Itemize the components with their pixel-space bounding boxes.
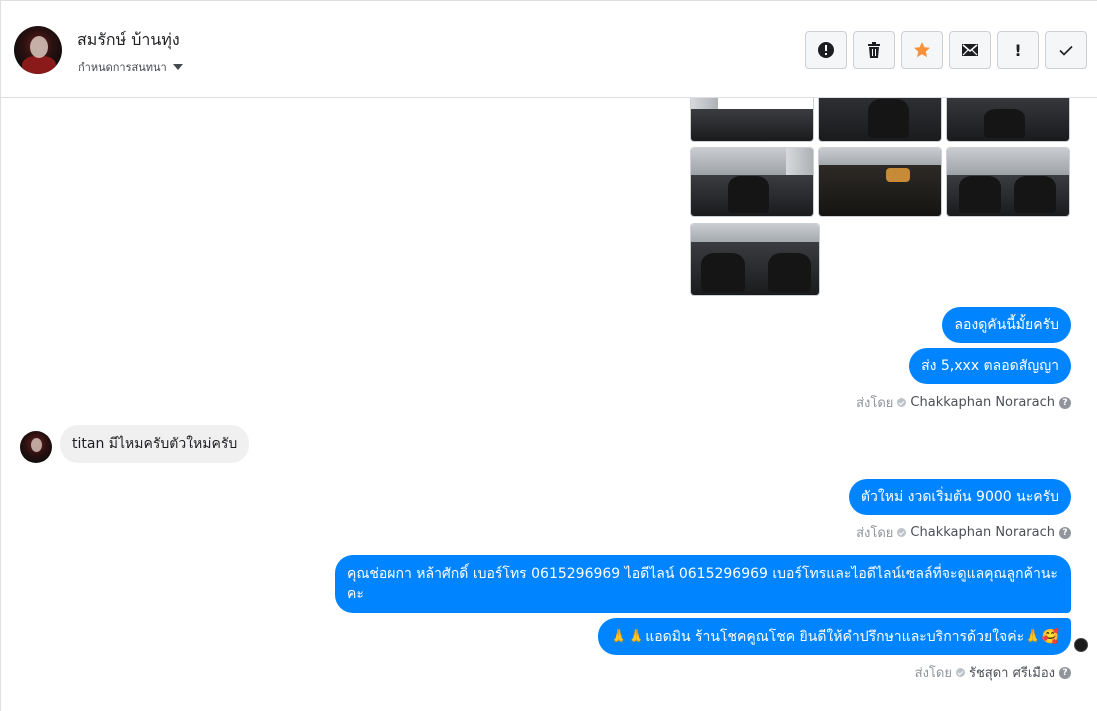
trash-icon bbox=[868, 42, 880, 58]
car-photo[interactable] bbox=[946, 147, 1070, 217]
assign-conversation-dropdown[interactable]: กำหนดการสนทนา bbox=[78, 58, 183, 76]
help-icon[interactable]: ? bbox=[1059, 526, 1071, 539]
agent-name[interactable]: Chakkaphan Norarach bbox=[910, 525, 1055, 540]
message-text: ลองดูคันนี้มั้ยครับ bbox=[954, 317, 1059, 333]
conversation-header: สมรักษ์ บ้านทุ่ง กำหนดการสนทนา ! bbox=[1, 1, 1097, 98]
mark-unread-button[interactable] bbox=[949, 31, 991, 69]
message-text: ตัวใหม่ งวดเริ่มต้น 9000 นะครับ bbox=[860, 489, 1059, 505]
verified-icon bbox=[955, 668, 965, 677]
agent-name[interactable]: Chakkaphan Norarach bbox=[910, 395, 1055, 410]
car-photo[interactable] bbox=[946, 98, 1070, 142]
sent-by-info: ส่งโดย รัชสุดา ศรีเมือง ? bbox=[915, 662, 1071, 683]
mark-spam-button[interactable]: ! bbox=[997, 31, 1039, 69]
delete-button[interactable] bbox=[853, 31, 895, 69]
incoming-message[interactable]: titan มีไหมครับตัวใหม่ครับ bbox=[60, 425, 250, 463]
help-icon[interactable]: ? bbox=[1059, 396, 1071, 409]
alert-circle-icon bbox=[818, 42, 834, 58]
envelope-icon bbox=[962, 44, 978, 56]
sent-by-label: ส่งโดย bbox=[856, 396, 894, 411]
star-icon bbox=[914, 42, 930, 58]
verified-icon bbox=[897, 528, 907, 537]
car-photo[interactable] bbox=[818, 98, 942, 142]
message-text: 🙏🙏แอดมิน ร้านโชคคูณโชค ยินดีให้คำปรึกษาแ… bbox=[610, 628, 1059, 645]
car-photo[interactable] bbox=[818, 147, 942, 217]
contact-name[interactable]: สมรักษ์ บ้านทุ่ง bbox=[77, 28, 180, 53]
sent-by-info: ส่งโดย Chakkaphan Norarach ? bbox=[856, 522, 1071, 543]
header-actions: ! bbox=[805, 31, 1087, 69]
contact-avatar[interactable] bbox=[14, 26, 62, 74]
outgoing-message[interactable]: ส่ง 5,xxx ตลอดสัญญา bbox=[909, 348, 1071, 384]
check-icon bbox=[1059, 45, 1073, 56]
exclamation-icon: ! bbox=[1014, 40, 1022, 60]
sent-by-label: ส่งโดย bbox=[914, 666, 952, 681]
car-photo[interactable] bbox=[690, 98, 814, 142]
mark-done-button[interactable] bbox=[1045, 31, 1087, 69]
star-button[interactable] bbox=[901, 31, 943, 69]
report-button[interactable] bbox=[805, 31, 847, 69]
outgoing-message[interactable]: คุณช่อผกา หล้าศักดิ์ เบอร์โทร 0615296969… bbox=[335, 555, 1071, 613]
message-text: titan มีไหมครับตัวใหม่ครับ bbox=[72, 436, 238, 452]
outgoing-message[interactable]: 🙏🙏แอดมิน ร้านโชคคูณโชค ยินดีให้คำปรึกษาแ… bbox=[598, 618, 1071, 655]
sent-by-info: ส่งโดย Chakkaphan Norarach ? bbox=[856, 392, 1071, 413]
agent-name[interactable]: รัชสุดา ศรีเมือง bbox=[969, 662, 1055, 683]
assign-conversation-label: กำหนดการสนทนา bbox=[78, 61, 167, 74]
outgoing-message[interactable]: ตัวใหม่ งวดเริ่มต้น 9000 นะครับ bbox=[848, 479, 1071, 515]
car-photo[interactable] bbox=[690, 147, 814, 217]
message-thread[interactable]: ลองดูคันนี้มั้ยครับ ส่ง 5,xxx ตลอดสัญญา … bbox=[1, 98, 1097, 711]
message-text: ส่ง 5,xxx ตลอดสัญญา bbox=[921, 358, 1059, 374]
car-photo[interactable] bbox=[690, 223, 820, 296]
verified-icon bbox=[897, 398, 907, 407]
conversation-panel: สมรักษ์ บ้านทุ่ง กำหนดการสนทนา ! ลองดูคั… bbox=[0, 0, 1097, 711]
caret-down-icon bbox=[172, 64, 183, 70]
contact-avatar-small[interactable] bbox=[20, 431, 52, 463]
outgoing-message[interactable]: ลองดูคันนี้มั้ยครับ bbox=[942, 307, 1071, 343]
seen-indicator bbox=[1074, 638, 1088, 652]
message-text: คุณช่อผกา หล้าศักดิ์ เบอร์โทร 0615296969… bbox=[347, 566, 1058, 602]
help-icon[interactable]: ? bbox=[1059, 666, 1071, 679]
sent-by-label: ส่งโดย bbox=[856, 526, 894, 541]
